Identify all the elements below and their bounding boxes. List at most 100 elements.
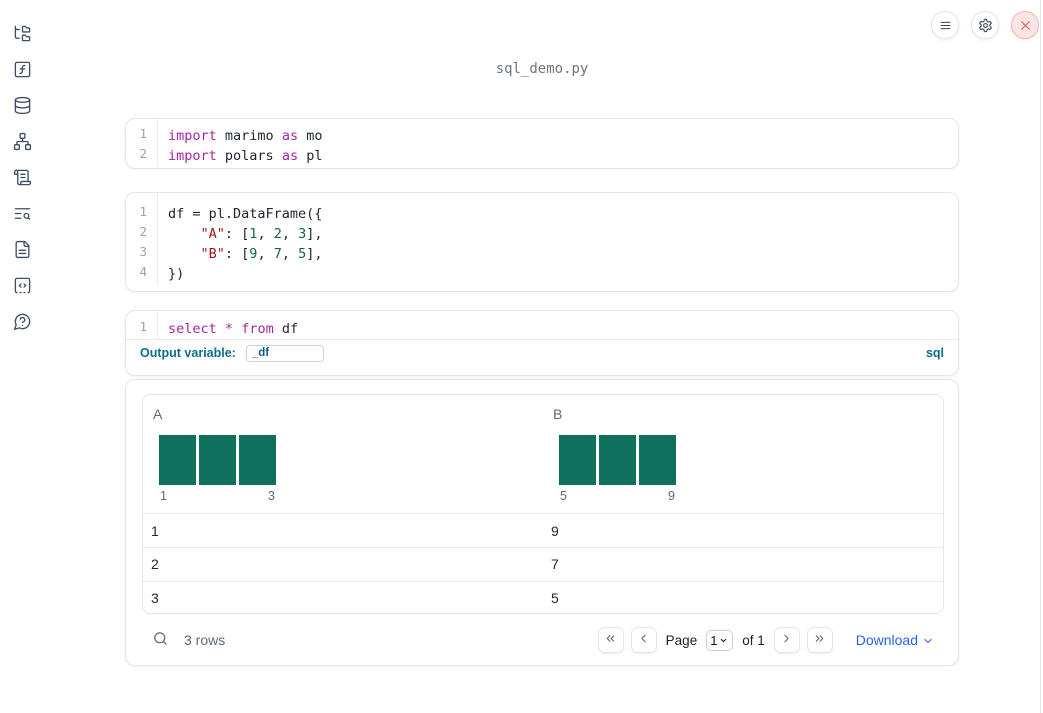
code-square-icon	[13, 276, 32, 295]
page-select[interactable]: 1	[706, 629, 734, 651]
select-caret-icon	[719, 636, 728, 645]
histogram-bar	[199, 435, 236, 485]
code-line: "B": [9, 7, 5],	[200, 246, 323, 262]
sidebar-item-snippets[interactable]	[9, 272, 36, 299]
pagination: Page 1 of 1 Download	[597, 627, 942, 653]
first-page-button[interactable]	[597, 627, 624, 653]
next-page-button[interactable]	[773, 627, 800, 653]
code-line: })	[168, 266, 185, 282]
table-cell: 9	[551, 522, 559, 539]
chevron-right-icon	[780, 632, 793, 648]
code-editor[interactable]: 1 select * from df	[126, 311, 958, 339]
download-label: Download	[855, 632, 918, 648]
line-number: 3	[139, 244, 147, 259]
table-row: 19	[143, 514, 943, 547]
scroll-icon	[13, 168, 32, 187]
page-of-label: of 1	[742, 632, 765, 648]
histogram-bar	[639, 435, 676, 485]
code-line: select * from df	[168, 321, 299, 337]
database-icon	[13, 96, 32, 115]
sidebar-item-file-explorer[interactable]	[9, 20, 36, 47]
sidebar-item-dependency-graph[interactable]	[9, 128, 36, 155]
line-number: 4	[139, 264, 147, 279]
sidebar-item-data-sources[interactable]	[9, 92, 36, 119]
chevron-left-icon	[637, 632, 650, 648]
table-cell: 2	[151, 556, 159, 573]
scrollbar-track[interactable]	[1040, 0, 1041, 713]
download-button[interactable]: Download	[856, 632, 934, 648]
code-line: import marimo as mo	[168, 128, 323, 144]
sql-cell: 1 select * from df Output variable: sql	[125, 310, 959, 376]
table-cell: 5	[551, 589, 559, 606]
axis-max-label: 3	[268, 489, 275, 503]
histogram-bar	[239, 435, 276, 485]
code-cell-imports: 1 2 import marimo as mo import polars as pl	[125, 118, 959, 169]
data-table: A13B59 192735	[142, 394, 944, 614]
menu-button[interactable]	[931, 11, 959, 39]
close-icon	[1018, 18, 1033, 33]
line-number-gutter: 12	[126, 119, 158, 166]
double-chevron-left-icon	[604, 632, 617, 648]
notebook-filename: sql_demo.py	[495, 61, 589, 77]
histogram-bar	[159, 435, 196, 485]
table-body: 192735	[143, 514, 943, 613]
line-number-gutter: 1 2 3 4	[126, 193, 158, 284]
table-row: 35	[143, 580, 943, 613]
help-bubble-icon	[13, 312, 32, 331]
sql-language-badge: sql	[925, 346, 944, 360]
list-search-icon	[13, 204, 32, 223]
histogram-bar	[599, 435, 636, 485]
close-button[interactable]	[1011, 11, 1039, 39]
table-cell: 1	[151, 522, 159, 539]
line-number-gutter: 1	[126, 311, 158, 339]
line-number: 2	[139, 224, 147, 239]
code-line: import polars as pl	[168, 148, 323, 164]
document-icon	[13, 240, 32, 259]
column-header-A[interactable]: A13	[143, 395, 543, 513]
code-cell-dataframe: 1 2 3 4 df = pl.DataFrame({ "A": [1, 2, 3], …	[125, 192, 959, 292]
previous-page-button[interactable]	[630, 627, 657, 653]
code-editor[interactable]: 1 2 3 4 df = pl.DataFrame({ "A": [1, 2, 3], …	[126, 193, 958, 284]
table-output-card: A13B59 192735 3 rows Page 1 of 1 Downloa…	[125, 379, 959, 666]
double-chevron-right-icon	[813, 632, 826, 648]
sidebar-item-outline-search[interactable]	[9, 200, 36, 227]
line-number: 1	[139, 126, 147, 141]
file-tree-icon	[13, 24, 32, 43]
column-label: A	[153, 406, 163, 422]
window-controls	[931, 11, 1039, 39]
table-header-row: A13B59	[143, 395, 943, 514]
sidebar	[0, 0, 44, 713]
sidebar-item-documentation[interactable]	[9, 236, 36, 263]
chevron-down-icon	[922, 635, 934, 647]
sidebar-item-variables[interactable]	[9, 56, 36, 83]
output-variable-input[interactable]	[245, 344, 324, 362]
axis-max-label: 9	[668, 489, 675, 503]
code-line: df = pl.DataFrame({	[168, 206, 323, 222]
histogram-bar	[559, 435, 596, 485]
line-number: 2	[139, 146, 147, 161]
table-footer: 3 rows Page 1 of 1 Download	[142, 618, 942, 662]
axis-min-label: 5	[560, 489, 567, 503]
column-histogram: 59	[559, 435, 676, 503]
marimo-notebook-window: sql_demo.py 1 2 import marimo as mo import …	[0, 0, 1043, 713]
table-cell: 3	[151, 589, 159, 606]
network-icon	[13, 132, 32, 151]
search-button[interactable]	[148, 628, 172, 652]
table-cell: 7	[551, 556, 559, 573]
column-header-B[interactable]: B59	[543, 395, 943, 513]
page-label: Page	[665, 632, 698, 648]
code-line: "A": [1, 2, 3],	[200, 226, 323, 242]
sidebar-item-help[interactable]	[9, 308, 36, 335]
code-content: import marimo as mo import polars as pl	[158, 119, 322, 166]
gear-icon	[978, 18, 993, 33]
last-page-button[interactable]	[806, 627, 833, 653]
settings-button[interactable]	[971, 11, 999, 39]
axis-min-label: 1	[160, 489, 167, 503]
line-number: 1	[139, 319, 147, 334]
sidebar-item-logs[interactable]	[9, 164, 36, 191]
column-histogram: 13	[159, 435, 276, 503]
page-select-value: 1	[710, 632, 718, 648]
code-editor[interactable]: 1 2 import marimo as mo import polars as pl	[126, 119, 958, 166]
function-square-icon	[13, 60, 32, 79]
code-content: df = pl.DataFrame({ "A": [1, 2, 3], "B":…	[158, 193, 323, 284]
